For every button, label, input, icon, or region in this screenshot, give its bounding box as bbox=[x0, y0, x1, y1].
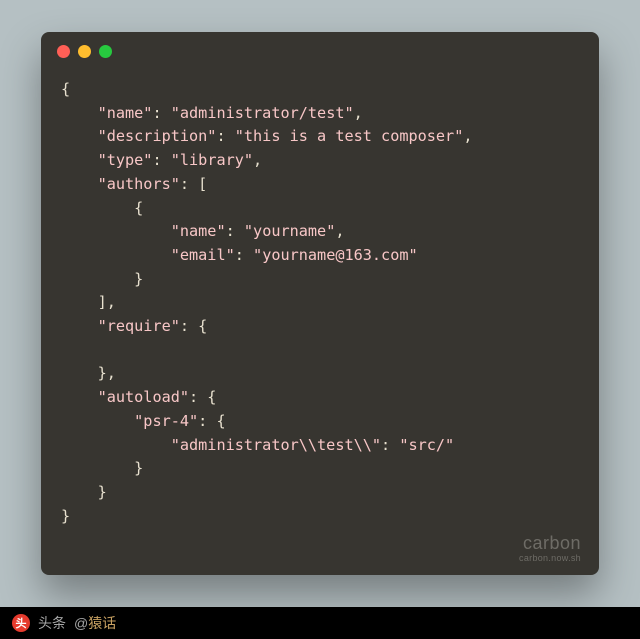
punct: : bbox=[226, 222, 244, 240]
attribution-handle: 猿话 bbox=[88, 615, 116, 631]
close-icon[interactable] bbox=[57, 45, 70, 58]
punct: , bbox=[335, 222, 344, 240]
json-string: "yourname@163.com" bbox=[253, 246, 418, 264]
punct: : { bbox=[198, 412, 225, 430]
toutiao-logo-icon: 头 bbox=[12, 614, 30, 632]
code-line: } bbox=[98, 483, 107, 501]
json-key: "name" bbox=[171, 222, 226, 240]
watermark-title: carbon bbox=[519, 534, 581, 552]
attribution-label: 头条 bbox=[38, 613, 66, 633]
punct: : bbox=[152, 104, 170, 122]
code-block: { "name": "administrator/test", "descrip… bbox=[41, 70, 599, 575]
json-key: "name" bbox=[98, 104, 153, 122]
json-key: "type" bbox=[98, 151, 153, 169]
json-key: "authors" bbox=[98, 175, 180, 193]
punct: : bbox=[216, 127, 234, 145]
punct: : [ bbox=[180, 175, 207, 193]
window-titlebar bbox=[41, 32, 599, 70]
json-key: "description" bbox=[98, 127, 217, 145]
json-string: "src/" bbox=[399, 436, 454, 454]
code-line: { bbox=[61, 80, 70, 98]
punct: : { bbox=[189, 388, 216, 406]
canvas-background: { "name": "administrator/test", "descrip… bbox=[0, 0, 640, 607]
json-key: "administrator\\test\\" bbox=[171, 436, 381, 454]
json-string: "administrator/test" bbox=[171, 104, 354, 122]
code-line: { bbox=[134, 199, 143, 217]
json-string: "library" bbox=[171, 151, 253, 169]
code-window: { "name": "administrator/test", "descrip… bbox=[41, 32, 599, 575]
code-line: } bbox=[61, 507, 70, 525]
punct: : bbox=[381, 436, 399, 454]
json-key: "require" bbox=[98, 317, 180, 335]
code-line: } bbox=[134, 270, 143, 288]
punct: : bbox=[235, 246, 253, 264]
json-key: "autoload" bbox=[98, 388, 189, 406]
punct: , bbox=[354, 104, 363, 122]
punct: , bbox=[463, 127, 472, 145]
attribution-bar: 头 头条 @猿话 bbox=[0, 607, 640, 639]
json-string: "yourname" bbox=[244, 222, 335, 240]
punct: , bbox=[253, 151, 262, 169]
watermark: carbon carbon.now.sh bbox=[519, 534, 581, 563]
json-key: "psr-4" bbox=[134, 412, 198, 430]
punct: : { bbox=[180, 317, 207, 335]
code-line: ], bbox=[98, 293, 116, 311]
minimize-icon[interactable] bbox=[78, 45, 91, 58]
code-line: } bbox=[134, 459, 143, 477]
maximize-icon[interactable] bbox=[99, 45, 112, 58]
json-key: "email" bbox=[171, 246, 235, 264]
punct: : bbox=[152, 151, 170, 169]
code-line: }, bbox=[98, 364, 116, 382]
json-string: "this is a test composer" bbox=[235, 127, 464, 145]
watermark-url: carbon.now.sh bbox=[519, 553, 581, 563]
at-sign: @ bbox=[74, 615, 88, 631]
